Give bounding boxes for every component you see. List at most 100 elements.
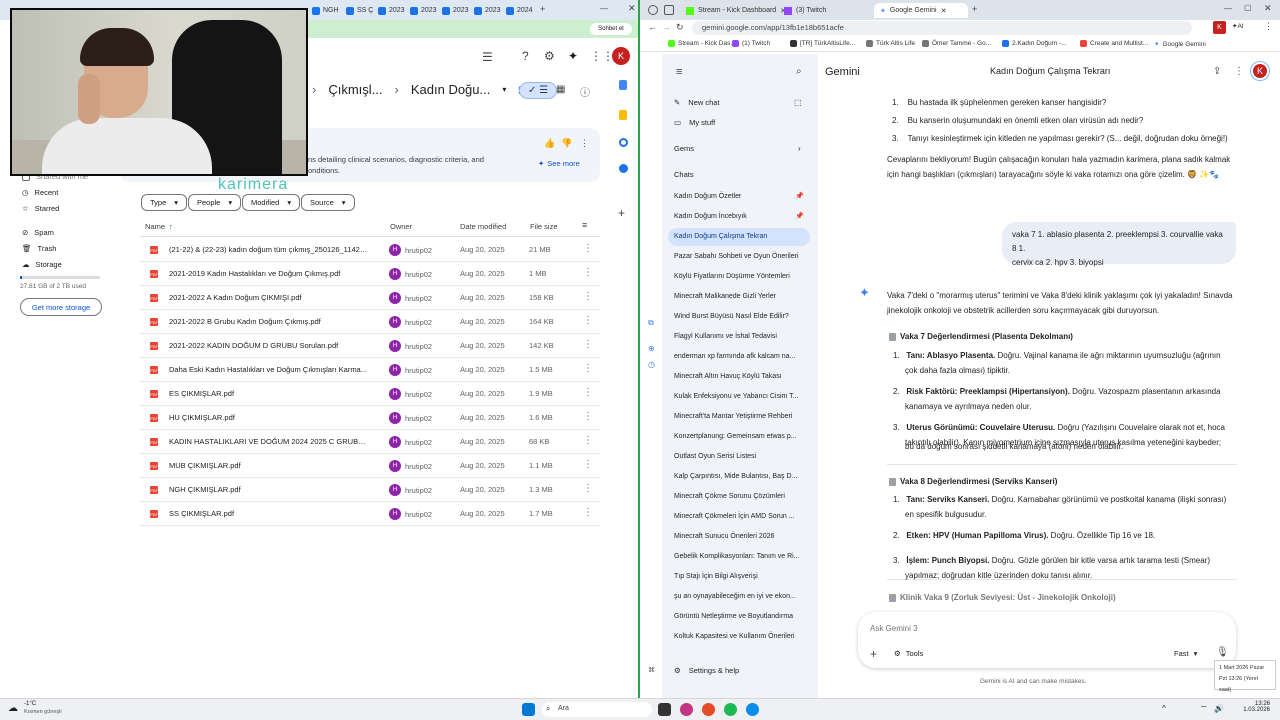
temporary-chat-icon[interactable]: ⬚: [794, 98, 802, 107]
file-row[interactable]: PDF (21-22) & (22-23) kadın doğum tüm çık…: [140, 238, 600, 262]
microphone-icon[interactable]: 🎙: [1216, 647, 1229, 658]
bookmark-create[interactable]: Create and Multist...: [1080, 40, 1148, 47]
close-tab-icon[interactable]: ✕: [941, 7, 947, 15]
back-icon[interactable]: ←: [648, 22, 657, 32]
minimize-icon[interactable]: —: [1224, 4, 1232, 13]
column-size-header[interactable]: File size: [530, 222, 558, 231]
apps-grid-icon[interactable]: ⋮⋮: [590, 49, 614, 63]
file-row[interactable]: PDF ES ÇIKMIŞLAR.pdf Hhrutip02 Aug 20, 2025…: [140, 382, 600, 406]
help-icon[interactable]: ?: [522, 49, 529, 63]
tab-kick[interactable]: Stream - Kick Dashboard✕: [680, 3, 792, 18]
chat-item[interactable]: Görüntü Netleştirme ve Boyutlandırma: [668, 608, 810, 626]
chat-item[interactable]: Kadın Doğum Özetler 📌: [668, 188, 810, 206]
file-row[interactable]: PDF Daha Eski Kadın Hastalıkları ve Doğum…: [140, 358, 600, 382]
row-more-icon[interactable]: ⋮: [583, 483, 593, 494]
url-field[interactable]: gemini.google.com/app/13fb1e18b651acfe: [692, 21, 1192, 35]
tab-ss[interactable]: SS Ç: [346, 3, 373, 18]
contacts-icon[interactable]: [619, 164, 628, 173]
chat-item[interactable]: Minecraft'ta Mantar Yetiştirme Rehberi: [668, 408, 810, 426]
new-tab-icon[interactable]: +: [972, 4, 977, 14]
chat-button[interactable]: Sohbet et: [590, 23, 632, 35]
taskbar-clock[interactable]: 13:26 1.03.2026: [1228, 701, 1270, 713]
weather-icon[interactable]: ☁: [8, 703, 18, 714]
weather-temp[interactable]: -1°C: [24, 701, 36, 707]
get-storage-button[interactable]: Get more storage: [20, 298, 102, 316]
row-more-icon[interactable]: ⋮: [583, 387, 593, 398]
file-row[interactable]: PDF HU ÇIKMIŞLAR.pdf Hhrutip02 Aug 20, 2025…: [140, 406, 600, 430]
obs-icon[interactable]: [702, 703, 715, 716]
filter-type[interactable]: Type ▾: [141, 194, 188, 211]
bookmark-altislife[interactable]: Türk Altis Life: [866, 40, 915, 47]
gemini-sparkle-icon[interactable]: ✦: [568, 49, 578, 63]
add-attachment-icon[interactable]: +: [870, 647, 877, 661]
tab-ngh[interactable]: NGH: [312, 3, 339, 18]
chat-item[interactable]: Köylü Fiyatlarını Düşürme Yöntemleri: [668, 268, 810, 286]
menu-dots-icon[interactable]: ⋮: [1264, 21, 1273, 32]
settings-gear-icon[interactable]: ⚙: [544, 49, 555, 63]
nav-trash[interactable]: 🗑 Trash: [22, 244, 56, 253]
file-row[interactable]: PDF MUB ÇIKMIŞLAR.pdf Hhrutip02 Aug 20, 202…: [140, 454, 600, 478]
new-tab-icon[interactable]: +: [540, 4, 545, 14]
tray-chevron-icon[interactable]: ^: [1162, 704, 1166, 713]
network-icon[interactable]: ⌔: [1200, 704, 1208, 714]
bookmark-omer[interactable]: Ömer Tamme - Go...: [922, 40, 991, 47]
column-name-header[interactable]: Name ↑: [145, 222, 173, 231]
tab-gemini[interactable]: ✦ Google Gemini ✕: [874, 3, 968, 18]
add-app-icon[interactable]: +: [618, 206, 625, 220]
taskbar-search[interactable]: Ara: [542, 702, 652, 717]
account-avatar[interactable]: K: [1251, 62, 1269, 80]
tab-2023-a[interactable]: 2023: [378, 3, 405, 18]
file-row[interactable]: PDF NGH ÇIKMIŞLAR.pdf Hhrutip02 Aug 20, 202…: [140, 478, 600, 502]
row-more-icon[interactable]: ⋮: [583, 339, 593, 350]
ai-button[interactable]: ✦AI: [1232, 22, 1244, 30]
new-chat-button[interactable]: ✎ New chat: [674, 98, 720, 107]
keep-icon[interactable]: [619, 110, 627, 120]
row-more-icon[interactable]: ⋮: [583, 363, 593, 374]
bookmark-gemini[interactable]: ✦ Google Gemini: [1154, 40, 1206, 49]
edge-history-icon[interactable]: ◷: [648, 360, 655, 369]
nav-recent[interactable]: ◷ Recent: [22, 188, 58, 197]
chat-item[interactable]: Outlast Oyun Serisi Listesi: [668, 448, 810, 466]
prompt-input[interactable]: [870, 620, 1210, 636]
row-more-icon[interactable]: ⋮: [583, 411, 593, 422]
row-more-icon[interactable]: ⋮: [583, 315, 593, 326]
reload-icon[interactable]: ↻: [676, 22, 684, 33]
volume-icon[interactable]: 🔊: [1214, 704, 1224, 713]
filter-people[interactable]: People ▾: [188, 194, 242, 211]
file-row[interactable]: PDF KADIN HASTALIKLARI VE DOĞUM 2024 2025…: [140, 430, 600, 454]
chat-item[interactable]: şu an oynayabileceğim en iyi ve ekon...: [668, 588, 810, 606]
file-row[interactable]: PDF 2021-2022 B Grubu Kadın Doğum Çıkmış.…: [140, 310, 600, 334]
chat-item[interactable]: Kadın Doğum Çalışma Tekrarı: [668, 228, 810, 246]
chat-item[interactable]: Koltuk Kapasitesi ve Kullanım Önerileri: [668, 628, 810, 646]
file-row[interactable]: PDF 2021-2019 Kadın Hastalıkları ve Doğum…: [140, 262, 600, 286]
gems-section[interactable]: Gems: [674, 144, 694, 153]
more-options-icon[interactable]: ⋮: [580, 138, 589, 149]
edge-add-icon[interactable]: ⊕: [648, 344, 655, 353]
tab-2024[interactable]: 2024: [506, 3, 533, 18]
tab-2023-d[interactable]: 2023: [474, 3, 501, 18]
spotify-icon[interactable]: [724, 703, 737, 716]
list-view-toggle[interactable]: ✓ ☰: [519, 82, 558, 99]
row-more-icon[interactable]: ⋮: [583, 267, 593, 278]
nav-starred[interactable]: ☆ Starred: [22, 204, 59, 213]
filter-settings-icon[interactable]: ☰: [482, 50, 493, 64]
tab-list-icon[interactable]: [664, 5, 674, 15]
chat-item[interactable]: Konzertplanung: Gemeinsam etwas p...: [668, 428, 810, 446]
column-date-header[interactable]: Date modified: [460, 222, 506, 231]
see-more-button[interactable]: ✦ See more: [538, 159, 580, 168]
more-options-icon[interactable]: ⋮: [1234, 66, 1244, 77]
row-more-icon[interactable]: ⋮: [583, 435, 593, 446]
bookmark-kadin-dogum[interactable]: 2.Kadın Doğum -...: [1002, 40, 1067, 47]
row-more-icon[interactable]: ⋮: [583, 291, 593, 302]
task-view-icon[interactable]: [658, 703, 671, 716]
minimize-icon[interactable]: —: [600, 4, 608, 13]
bookmark-kick[interactable]: Stream - Kick Das...: [668, 40, 736, 47]
row-more-icon[interactable]: ⋮: [583, 243, 593, 254]
chat-item[interactable]: Minecraft Altın Havuç Köylü Takası: [668, 368, 810, 386]
file-row[interactable]: PDF 2021-2022 KADIN DOĞUM D GRUBU Sorular…: [140, 334, 600, 358]
row-more-icon[interactable]: ⋮: [583, 459, 593, 470]
chat-item[interactable]: Minecraft Çökmeleri İçin AMD Sorun ...: [668, 508, 810, 526]
calendar-icon[interactable]: [619, 80, 627, 90]
thumbs-up-icon[interactable]: 👍: [544, 138, 555, 149]
chat-item[interactable]: Tıp Stajı İçin Bilgi Alışverişi: [668, 568, 810, 586]
